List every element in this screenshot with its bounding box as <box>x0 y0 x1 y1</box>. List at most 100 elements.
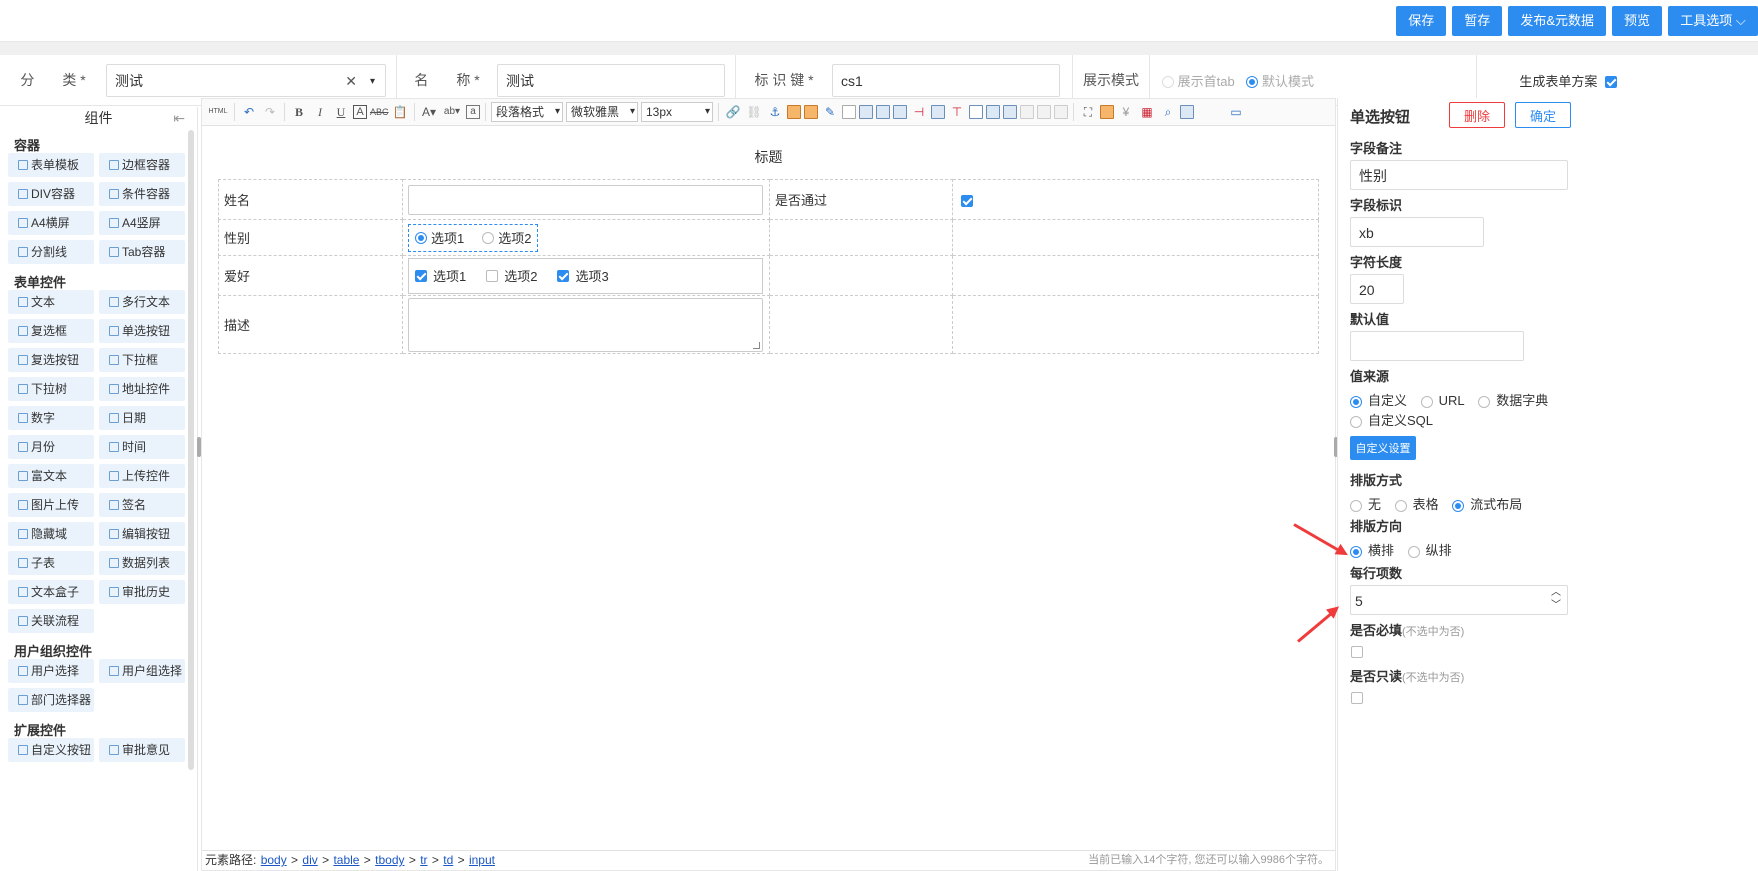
highlight-icon[interactable]: ab▾ <box>441 103 463 121</box>
component-item[interactable]: 地址控件 <box>99 377 185 401</box>
component-item[interactable]: 文本盒子 <box>8 580 94 604</box>
underline-icon[interactable]: U <box>332 103 350 121</box>
link-icon[interactable]: 🔗 <box>724 103 742 121</box>
gender-radio-option2[interactable] <box>482 231 495 244</box>
unlink-icon[interactable]: ⛓ <box>745 103 763 121</box>
component-item[interactable]: 表单模板 <box>8 153 94 177</box>
bold-icon[interactable]: B <box>290 103 308 121</box>
empty-cell[interactable] <box>769 295 953 354</box>
merge-right-icon[interactable] <box>986 105 1000 119</box>
component-item[interactable]: 时间 <box>99 435 185 459</box>
component-item[interactable]: 分割线 <box>8 240 94 264</box>
char-length-input[interactable]: 20 <box>1350 274 1404 304</box>
component-item[interactable]: A4横屏 <box>8 211 94 235</box>
passed-checkbox[interactable] <box>961 194 973 207</box>
source-dict-radio[interactable] <box>1478 395 1491 408</box>
category-select[interactable]: 测试 ✕ ▾ <box>106 63 386 98</box>
merge-down-icon[interactable] <box>1003 105 1017 119</box>
fullscreen-icon[interactable]: ▭ <box>1227 103 1245 121</box>
split-cells-icon[interactable] <box>1020 105 1034 119</box>
empty-cell[interactable] <box>952 219 1319 256</box>
component-item[interactable]: 数字 <box>8 406 94 430</box>
radio-default-mode[interactable] <box>1246 76 1259 89</box>
tool-options-button[interactable]: 工具选项 ⌵ <box>1668 6 1758 36</box>
form-canvas[interactable]: 标题 姓名 是否通过 性别 选项1 选项2 爱好 选项1 选项2 选项3 描述 <box>202 127 1335 852</box>
calendar-icon[interactable]: ▦ <box>1138 103 1156 121</box>
direction-horizontal-radio[interactable] <box>1350 545 1362 558</box>
items-per-row-input[interactable]: 5 ︿ ﹀ <box>1350 585 1568 615</box>
hobby-checkbox-option3[interactable] <box>557 269 570 282</box>
text-box-icon[interactable]: a <box>466 105 480 119</box>
component-item[interactable]: 编辑按钮 <box>99 522 185 546</box>
template-icon[interactable] <box>1100 105 1114 119</box>
component-item[interactable]: 复选框 <box>8 319 94 343</box>
field-label-hobby[interactable]: 爱好 <box>218 255 403 296</box>
key-input[interactable]: cs1 <box>832 63 1060 97</box>
field-cell[interactable]: 选项1 选项2 选项3 <box>402 255 770 296</box>
collapse-left-icon[interactable]: ⇤ <box>173 107 185 129</box>
field-cell[interactable] <box>402 179 770 220</box>
name-input[interactable]: 测试 <box>497 63 725 97</box>
table-icon[interactable] <box>842 105 856 119</box>
component-item[interactable]: A4竖屏 <box>99 211 185 235</box>
path-input-link[interactable]: input <box>469 853 495 867</box>
field-cell[interactable]: 选项1 选项2 <box>402 219 770 256</box>
source-custom-radio[interactable] <box>1350 395 1362 408</box>
custom-settings-button[interactable]: 自定义设置 <box>1350 436 1416 460</box>
field-cell[interactable] <box>952 179 1319 220</box>
insert-row-before-icon[interactable] <box>876 105 890 119</box>
save-button[interactable]: 保存 <box>1396 6 1447 36</box>
component-item[interactable]: 下拉框 <box>99 348 185 372</box>
preview-search-icon[interactable]: ⌕ <box>1159 103 1177 121</box>
component-item[interactable]: 用户组选择 <box>99 659 185 683</box>
description-textarea[interactable] <box>408 297 763 352</box>
preview-button[interactable]: 预览 <box>1611 6 1662 36</box>
path-td-link[interactable]: td <box>443 853 453 867</box>
component-item[interactable]: 单选按钮 <box>99 319 185 343</box>
default-value-input[interactable] <box>1350 331 1524 361</box>
gender-radio-option1[interactable] <box>415 231 427 244</box>
paragraph-format-select[interactable]: 段落格式 <box>491 102 563 122</box>
delete-col-icon[interactable]: ⊤ <box>948 103 966 121</box>
field-label-desc[interactable]: 描述 <box>218 295 403 354</box>
radio-show-first-tab[interactable] <box>1162 76 1174 89</box>
publish-metadata-button[interactable]: 发布&元数据 <box>1508 6 1606 36</box>
currency-icon[interactable]: ¥ <box>1117 103 1135 121</box>
component-item[interactable]: 图片上传 <box>8 493 94 517</box>
print-icon[interactable] <box>1180 105 1194 119</box>
anchor-icon[interactable]: ⚓ <box>766 103 784 121</box>
empty-cell[interactable] <box>769 219 953 256</box>
component-item[interactable]: 审批历史 <box>99 580 185 604</box>
field-note-input[interactable]: 性别 <box>1350 160 1568 190</box>
component-item[interactable]: 签名 <box>99 493 185 517</box>
draft-button[interactable]: 暂存 <box>1452 6 1503 36</box>
source-url-radio[interactable] <box>1420 395 1433 408</box>
component-item[interactable]: 子表 <box>8 551 94 575</box>
direction-vertical-radio[interactable] <box>1407 545 1420 558</box>
field-key-input[interactable]: xb <box>1350 217 1484 247</box>
font-border-icon[interactable]: A <box>353 105 367 119</box>
spinner-icon[interactable]: ︿ ﹀ <box>1551 586 1561 612</box>
dropdown-arrow-icon[interactable]: ▾ <box>370 65 375 98</box>
insert-row-icon[interactable] <box>893 105 907 119</box>
strikethrough-icon[interactable]: ABC <box>370 103 389 121</box>
image-icon[interactable] <box>787 105 801 119</box>
field-label-name[interactable]: 姓名 <box>218 179 403 220</box>
empty-cell[interactable] <box>952 255 1319 296</box>
component-item[interactable]: 复选按钮 <box>8 348 94 372</box>
component-item[interactable]: 富文本 <box>8 464 94 488</box>
field-cell[interactable] <box>402 295 770 354</box>
path-tr-link[interactable]: tr <box>420 853 427 867</box>
component-item[interactable]: 用户选择 <box>8 659 94 683</box>
path-div-link[interactable]: div <box>302 853 317 867</box>
multi-image-icon[interactable] <box>804 105 818 119</box>
undo-icon[interactable]: ↶ <box>240 103 258 121</box>
split-cols-icon[interactable] <box>1054 105 1068 119</box>
insert-col-icon[interactable] <box>931 105 945 119</box>
split-rows-icon[interactable] <box>1037 105 1051 119</box>
component-item[interactable]: 日期 <box>99 406 185 430</box>
confirm-button[interactable]: 确定 <box>1515 102 1571 128</box>
source-sql-radio[interactable] <box>1350 415 1362 428</box>
gender-radio-group[interactable]: 选项1 选项2 <box>408 223 539 252</box>
layout-none-radio[interactable] <box>1350 499 1362 512</box>
